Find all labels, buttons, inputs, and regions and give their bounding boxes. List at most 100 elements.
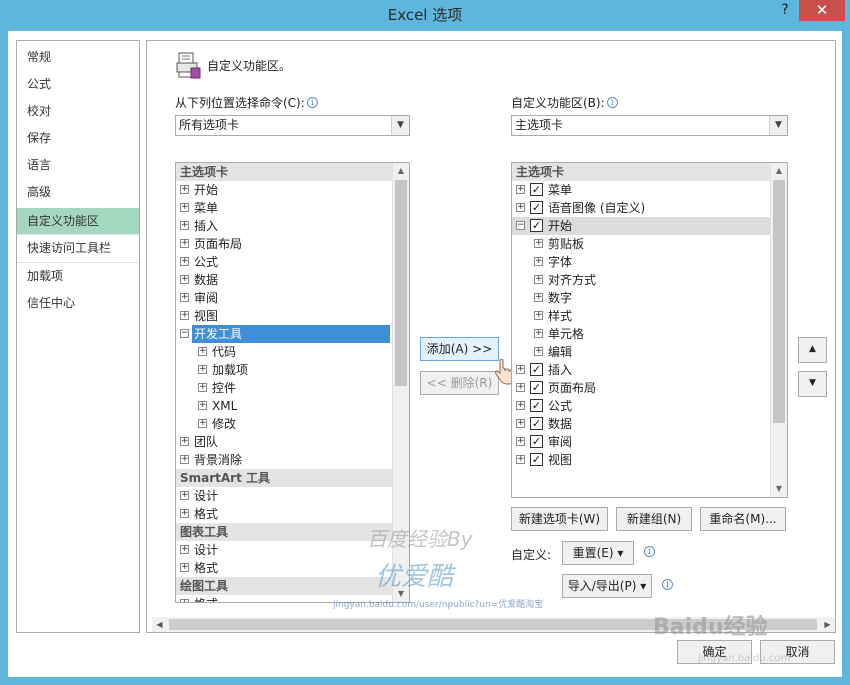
new-group-button[interactable]: 新建组(N) <box>616 507 692 531</box>
collapse-icon[interactable]: − <box>516 221 525 230</box>
nav-item[interactable]: 自定义功能区 <box>17 208 139 234</box>
expand-icon[interactable]: + <box>516 203 525 212</box>
vertical-scrollbar[interactable]: ▲ ▼ <box>770 163 787 497</box>
expand-icon[interactable]: + <box>180 545 189 554</box>
list-item[interactable]: + ✓ 审阅 <box>512 433 770 451</box>
rename-button[interactable]: 重命名(M)... <box>700 507 786 531</box>
list-item[interactable]: + ✓ 数据 <box>512 415 770 433</box>
expand-icon[interactable]: + <box>516 455 525 464</box>
scroll-left-icon[interactable]: ◀ <box>152 617 167 632</box>
expand-icon[interactable]: + <box>180 275 189 284</box>
checkbox[interactable]: ✓ <box>530 435 543 448</box>
expand-icon[interactable]: + <box>534 311 543 320</box>
expand-icon[interactable]: + <box>534 329 543 338</box>
expand-icon[interactable]: + <box>534 257 543 266</box>
list-item[interactable]: + 单元格 <box>512 325 770 343</box>
list-item[interactable]: + ✓ 页面布局 <box>512 379 770 397</box>
help-button[interactable]: ? <box>775 1 795 21</box>
list-item[interactable]: + 开始 <box>176 181 392 199</box>
nav-item[interactable]: 校对 <box>17 98 139 124</box>
expand-icon[interactable]: + <box>516 401 525 410</box>
list-item[interactable]: + 插入 <box>176 217 392 235</box>
import-export-dropdown[interactable]: 导入/导出(P) ▾ <box>562 574 652 598</box>
nav-item[interactable]: 信任中心 <box>17 290 139 316</box>
expand-icon[interactable]: + <box>180 455 189 464</box>
list-item[interactable]: + 格式 <box>176 505 392 523</box>
list-item[interactable]: + 剪贴板 <box>512 235 770 253</box>
list-item[interactable]: + 菜单 <box>176 199 392 217</box>
list-item[interactable]: + 控件 <box>176 379 392 397</box>
list-item[interactable]: + 代码 <box>176 343 392 361</box>
list-item[interactable]: + XML <box>176 397 392 415</box>
list-item[interactable]: + ✓ 公式 <box>512 397 770 415</box>
list-item[interactable]: + 页面布局 <box>176 235 392 253</box>
list-item[interactable]: + 数据 <box>176 271 392 289</box>
checkbox[interactable]: ✓ <box>530 381 543 394</box>
expand-icon[interactable]: + <box>180 563 189 572</box>
expand-icon[interactable]: + <box>534 293 543 302</box>
expand-icon[interactable]: + <box>534 239 543 248</box>
list-item[interactable]: + ✓ 菜单 <box>512 181 770 199</box>
collapse-icon[interactable]: − <box>180 329 189 338</box>
list-item[interactable]: + 设计 <box>176 487 392 505</box>
list-item[interactable]: + 团队 <box>176 433 392 451</box>
list-item[interactable]: + 数字 <box>512 289 770 307</box>
nav-item[interactable]: 快速访问工具栏 <box>17 235 139 261</box>
remove-button[interactable]: << 删除(R) <box>420 371 499 395</box>
checkbox[interactable]: ✓ <box>530 399 543 412</box>
expand-icon[interactable]: + <box>516 437 525 446</box>
list-item[interactable]: + 编辑 <box>512 343 770 361</box>
expand-icon[interactable]: + <box>180 239 189 248</box>
nav-item[interactable]: 常规 <box>17 44 139 70</box>
list-item[interactable]: + 修改 <box>176 415 392 433</box>
checkbox[interactable]: ✓ <box>530 363 543 376</box>
list-item[interactable]: + 字体 <box>512 253 770 271</box>
expand-icon[interactable]: + <box>198 365 207 374</box>
expand-icon[interactable]: + <box>180 185 189 194</box>
scroll-up-icon[interactable]: ▲ <box>393 163 409 179</box>
customize-ribbon-select[interactable]: 主选项卡 ▼ <box>511 115 788 136</box>
list-item[interactable]: + 对齐方式 <box>512 271 770 289</box>
expand-icon[interactable]: + <box>198 347 207 356</box>
checkbox[interactable]: ✓ <box>530 201 543 214</box>
ribbon-tabs-list[interactable]: 主选项卡 + ✓ 菜单 + ✓ 语音图像 (自定义) − ✓ 开始 + 剪贴板 + 字体 + 对齐方式 + 数字 +… <box>511 162 788 498</box>
new-tab-button[interactable]: 新建选项卡(W) <box>511 507 608 531</box>
choose-commands-from-select[interactable]: 所有选项卡 ▼ <box>175 115 410 136</box>
expand-icon[interactable]: + <box>180 257 189 266</box>
move-up-button[interactable]: ▲ <box>798 337 827 363</box>
checkbox[interactable]: ✓ <box>530 453 543 466</box>
list-item[interactable]: + 格式 <box>176 559 392 577</box>
nav-item[interactable]: 保存 <box>17 125 139 151</box>
expand-icon[interactable]: + <box>180 599 189 602</box>
expand-icon[interactable]: + <box>180 293 189 302</box>
list-item[interactable]: + 背景消除 <box>176 451 392 469</box>
scroll-thumb[interactable] <box>395 180 407 386</box>
scroll-thumb[interactable] <box>773 180 785 423</box>
expand-icon[interactable]: + <box>516 419 525 428</box>
scroll-down-icon[interactable]: ▼ <box>771 481 787 497</box>
expand-icon[interactable]: + <box>198 401 207 410</box>
list-item[interactable]: + ✓ 视图 <box>512 451 770 469</box>
expand-icon[interactable]: + <box>516 365 525 374</box>
scroll-up-icon[interactable]: ▲ <box>771 163 787 179</box>
add-button[interactable]: 添加(A) >> <box>420 337 499 361</box>
expand-icon[interactable]: + <box>198 419 207 428</box>
list-item[interactable]: + 样式 <box>512 307 770 325</box>
list-item[interactable]: + ✓ 语音图像 (自定义) <box>512 199 770 217</box>
expand-icon[interactable]: + <box>180 437 189 446</box>
expand-icon[interactable]: + <box>180 221 189 230</box>
list-item[interactable]: + 审阅 <box>176 289 392 307</box>
nav-item[interactable]: 高级 <box>17 179 139 205</box>
list-item[interactable]: − 开发工具 <box>176 325 392 343</box>
checkbox[interactable]: ✓ <box>530 417 543 430</box>
checkbox[interactable]: ✓ <box>530 183 543 196</box>
list-item[interactable]: + 设计 <box>176 541 392 559</box>
expand-icon[interactable]: + <box>534 275 543 284</box>
close-button[interactable]: ✕ <box>799 0 845 21</box>
expand-icon[interactable]: + <box>198 383 207 392</box>
expand-icon[interactable]: + <box>534 347 543 356</box>
list-item[interactable]: + ✓ 插入 <box>512 361 770 379</box>
expand-icon[interactable]: + <box>516 383 525 392</box>
nav-item[interactable]: 语言 <box>17 152 139 178</box>
expand-icon[interactable]: + <box>516 185 525 194</box>
